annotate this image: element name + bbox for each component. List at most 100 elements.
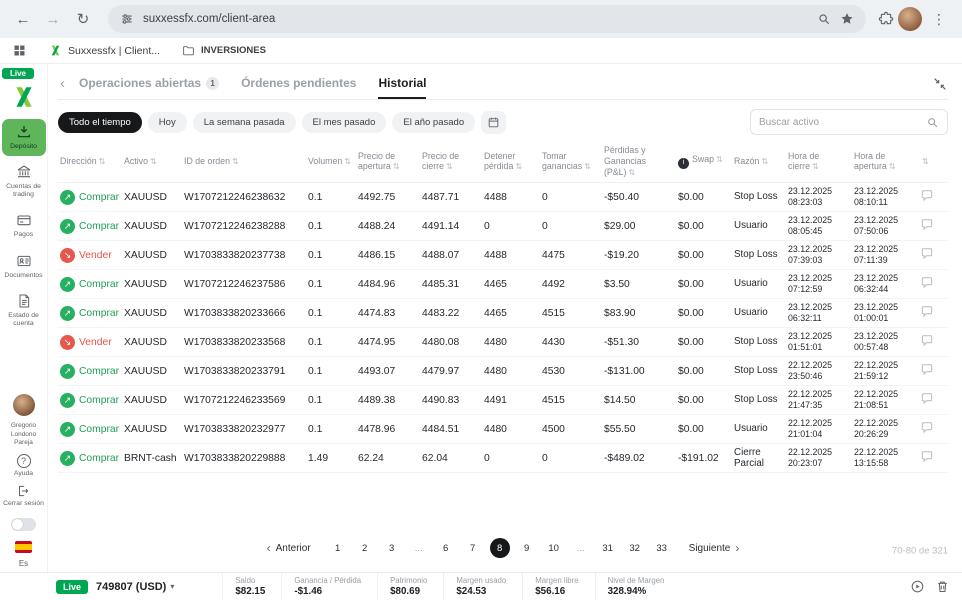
sidebar-item-cuentas-de-trading[interactable]: Cuentas de trading [2, 159, 46, 204]
language-label[interactable]: Es [19, 559, 28, 568]
tab-historial[interactable]: Historial [378, 68, 426, 99]
column-header-volumen[interactable]: Volumen⇅ [308, 156, 354, 167]
theme-toggle[interactable] [11, 518, 36, 531]
filter-chip-la-semana-pasada[interactable]: La semana pasada [193, 112, 296, 133]
next-page-button[interactable]: Siguiente› [689, 541, 740, 555]
column-header-perdidas-y-ganancias-p-l[interactable]: Pérdidas y Ganancias (P&L)⇅ [604, 145, 674, 178]
sidebar-item-ayuda[interactable]: ? Ayuda [14, 454, 33, 478]
browser-profile-avatar[interactable] [898, 7, 922, 31]
comment-icon[interactable] [920, 392, 934, 406]
forward-icon[interactable]: → [40, 6, 66, 32]
column-header-tomar-ganancias[interactable]: Tomar ganancias⇅ [542, 151, 600, 173]
order-id-cell: W1703833820237738 [184, 250, 304, 261]
previous-page-button[interactable]: ‹Anterior [267, 541, 311, 555]
account-selector[interactable]: 749807 (USD) ▾ [96, 581, 174, 593]
comment-icon[interactable] [920, 276, 934, 290]
logout-label: Cerrar sesión [3, 500, 44, 508]
pnl-cell: $83.90 [604, 308, 674, 319]
statement-icon [16, 293, 32, 309]
page-button-31[interactable]: 31 [598, 538, 618, 558]
swap-cell: $0.00 [678, 395, 730, 406]
filter-chip-todo-el-tiempo[interactable]: Todo el tiempo [58, 112, 142, 133]
swap-cell: $0.00 [678, 192, 730, 203]
page-button-33[interactable]: 33 [652, 538, 672, 558]
comment-cell [920, 450, 942, 467]
column-header-hora-de-cierre[interactable]: Hora de cierre⇅ [788, 151, 850, 173]
comment-icon[interactable] [920, 247, 934, 261]
user-avatar[interactable] [13, 394, 35, 416]
sidebar-item-logout[interactable]: Cerrar sesión [3, 484, 44, 508]
column-header-hora-de-apertura[interactable]: Hora de apertura⇅ [854, 151, 916, 173]
reason-cell: Stop Loss [734, 394, 784, 405]
search-icon[interactable] [817, 12, 831, 26]
column-label: Activo [124, 156, 148, 166]
comment-icon[interactable] [920, 421, 934, 435]
close-time-cell: 23.12.202508:23:03 [788, 186, 850, 209]
sidebar-item-estado-de-cuenta[interactable]: Estado de cuenta [2, 288, 46, 333]
page-button-9[interactable]: 9 [517, 538, 537, 558]
column-header-detener-perdida[interactable]: Detener pérdida⇅ [484, 151, 538, 173]
extensions-icon[interactable] [878, 11, 894, 27]
filter-chip-hoy[interactable]: Hoy [148, 112, 187, 133]
open-price-cell: 4489.38 [358, 395, 418, 406]
column-header-precio-de-apertura[interactable]: Precio de apertura⇅ [358, 151, 418, 173]
page-button-10[interactable]: 10 [544, 538, 564, 558]
open-price-cell: 4474.95 [358, 337, 418, 348]
comment-icon[interactable] [920, 450, 934, 464]
play-circle-icon[interactable] [910, 579, 925, 594]
suxxessfx-logo[interactable] [11, 84, 37, 110]
asset-cell: XAUUSD [124, 308, 180, 319]
browser-menu-icon[interactable]: ⋮ [926, 11, 952, 28]
collapse-icon[interactable] [932, 76, 948, 92]
tab-operaciones-abiertas[interactable]: Operaciones abiertas1 [79, 68, 219, 99]
page-button-2[interactable]: 2 [355, 538, 375, 558]
sidebar-item-documentos[interactable]: Documentos [2, 248, 46, 285]
filter-chip-el-mes-pasado[interactable]: El mes pasado [302, 112, 387, 133]
page-button-7[interactable]: 7 [463, 538, 483, 558]
search-input[interactable] [759, 117, 920, 128]
column-header-swap[interactable]: iSwap⇅ [678, 154, 730, 169]
direction-cell: ↗Comprar [60, 422, 120, 437]
sidebar-item-deposito[interactable]: Depósito [2, 119, 46, 156]
bookmark-suxxessfx[interactable]: Suxxessfx | Client... [49, 44, 160, 57]
reload-icon[interactable]: ↻ [70, 6, 96, 32]
address-bar[interactable]: suxxessfx.com/client-area [108, 5, 866, 33]
page-button-8[interactable]: 8 [490, 538, 510, 558]
spain-flag-icon[interactable] [15, 541, 32, 553]
comment-icon[interactable] [920, 305, 934, 319]
apps-grid-icon[interactable] [12, 43, 27, 58]
column-header-direccion[interactable]: Dirección⇅ [60, 156, 120, 167]
column-header-item[interactable]: ⇅ [920, 156, 942, 167]
site-settings-icon[interactable] [120, 12, 134, 26]
page-button-6[interactable]: 6 [436, 538, 456, 558]
bookmark-folder-inversiones[interactable]: INVERSIONES [182, 44, 266, 57]
buy-arrow-icon: ↗ [60, 364, 75, 379]
sidebar-item-label: Documentos [4, 272, 42, 280]
filter-chip-el-ano-pasado[interactable]: El año pasado [392, 112, 475, 133]
stop-loss-cell: 4480 [484, 366, 538, 377]
asset-cell: XAUUSD [124, 221, 180, 232]
column-header-id-de-orden[interactable]: ID de orden⇅ [184, 156, 304, 167]
search-box [750, 109, 948, 135]
back-icon[interactable]: ← [10, 6, 36, 32]
stat-value: $82.15 [235, 586, 265, 597]
comment-icon[interactable] [920, 334, 934, 348]
bookmark-star-icon[interactable] [840, 12, 854, 26]
page-button-32[interactable]: 32 [625, 538, 645, 558]
calendar-button[interactable] [481, 111, 506, 134]
search-icon[interactable] [926, 116, 939, 129]
column-header-activo[interactable]: Activo⇅ [124, 156, 180, 167]
comment-icon[interactable] [920, 218, 934, 232]
page-button-3[interactable]: 3 [382, 538, 402, 558]
comment-icon[interactable] [920, 189, 934, 203]
tab-ordenes-pendientes[interactable]: Órdenes pendientes [241, 68, 356, 99]
trash-icon[interactable] [935, 579, 950, 594]
page-button-1[interactable]: 1 [328, 538, 348, 558]
sidebar-item-pagos[interactable]: Pagos [2, 207, 46, 244]
back-chevron-icon[interactable]: ‹ [58, 75, 67, 92]
direction-label: Comprar [79, 424, 119, 435]
column-header-razon[interactable]: Razón⇅ [734, 156, 784, 167]
comment-icon[interactable] [920, 363, 934, 377]
column-header-precio-de-cierre[interactable]: Precio de cierre⇅ [422, 151, 480, 173]
column-label: Detener pérdida [484, 151, 515, 172]
